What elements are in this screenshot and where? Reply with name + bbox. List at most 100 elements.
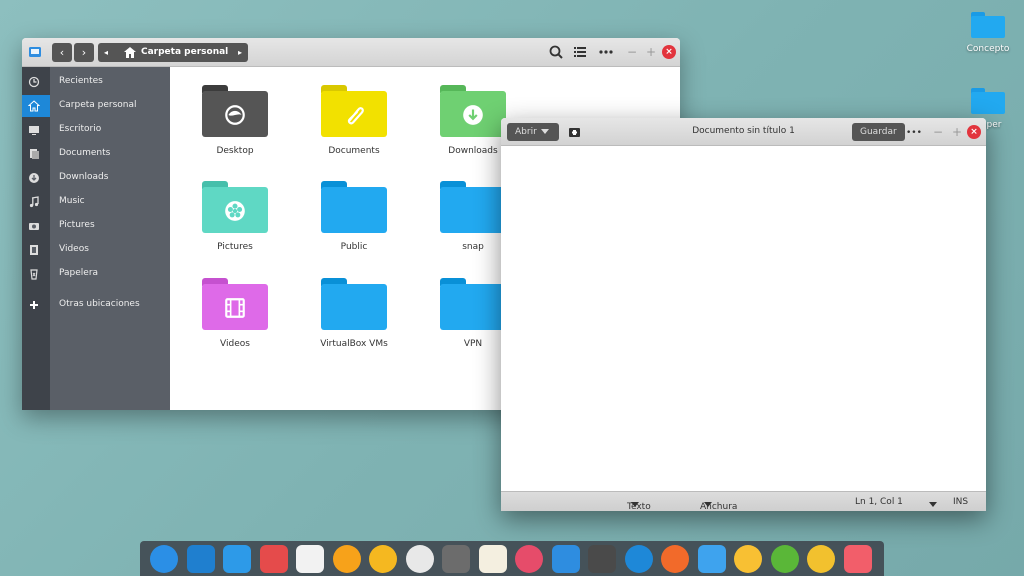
cleaner-icon[interactable] (734, 545, 762, 573)
file-label: Pictures (217, 242, 253, 252)
desktop-folder-label: aper (981, 120, 1002, 130)
file-label: Desktop (216, 146, 254, 156)
desktop-icon (29, 126, 39, 135)
path-bar[interactable]: ◂ Carpeta personal ▸ (98, 43, 248, 62)
calculator-icon[interactable] (588, 545, 616, 573)
camera-icon (29, 223, 39, 230)
download-icon (29, 173, 39, 183)
file-label: VirtualBox VMs (320, 339, 388, 349)
close-button[interactable]: × (662, 45, 676, 59)
text-editor-header: Abrir Documento sin título 1 Guardar •••… (501, 118, 986, 146)
sidebar-item-label: Papelera (59, 268, 99, 278)
sidebar-item-label: Carpeta personal (59, 100, 137, 110)
folder-icon (440, 181, 506, 233)
maximize-button[interactable]: + (952, 125, 962, 139)
fruit-icon[interactable] (333, 545, 361, 573)
text-editing-area[interactable] (501, 146, 986, 491)
back-button[interactable]: ‹ (52, 43, 72, 62)
dock (140, 541, 884, 576)
trash-icon[interactable] (844, 545, 872, 573)
film-icon (225, 298, 245, 318)
list-view-icon[interactable] (572, 44, 588, 60)
path-left-arrow-icon[interactable]: ◂ (104, 43, 108, 62)
folder-documents[interactable]: Documents (299, 85, 409, 156)
folder-virtualbox-vms[interactable]: VirtualBox VMs (299, 278, 409, 349)
settings-icon[interactable] (442, 545, 470, 573)
sidebar-item-label: Documents (59, 148, 111, 158)
folder-body (321, 284, 387, 330)
photos-icon[interactable] (187, 545, 215, 573)
eject-icon[interactable] (661, 545, 689, 573)
sidebar-item-videos[interactable]: Videos (22, 239, 170, 261)
folder-body (321, 187, 387, 233)
sidebar-item-downloads[interactable]: Downloads (22, 167, 170, 189)
folder-icon (971, 12, 1005, 38)
file-manager-header: ‹ › ◂ Carpeta personal ▸ − + × (22, 38, 680, 67)
folder-icon (321, 181, 387, 233)
documents-icon (30, 149, 39, 159)
sidebar-item-label: Downloads (59, 172, 109, 182)
sidebar-item-label: Recientes (59, 76, 103, 86)
raspberry-icon[interactable] (515, 545, 543, 573)
multitasking-icon[interactable] (223, 545, 251, 573)
deepin-logo-icon (225, 105, 245, 125)
sidebar-item-pictures[interactable]: Pictures (22, 215, 170, 237)
notes-icon[interactable] (479, 545, 507, 573)
folder-desktop[interactable]: Desktop (180, 85, 290, 156)
chrome-icon[interactable] (406, 545, 434, 573)
film-icon (30, 245, 38, 255)
music-icon (29, 196, 39, 208)
sidebar-item-escritorio[interactable]: Escritorio (22, 119, 170, 141)
minimize-button[interactable]: − (933, 125, 943, 139)
folder-icon (321, 278, 387, 330)
sidebar-item-label: Otras ubicaciones (59, 299, 140, 309)
file-manager-icon[interactable] (552, 545, 580, 573)
sidebar-item-label: Music (59, 196, 85, 206)
browser-icon[interactable] (625, 545, 653, 573)
status-bar: Texto plano Anchura del tabulador: 8 Ln … (501, 491, 986, 511)
text-editor-window: Abrir Documento sin título 1 Guardar •••… (501, 118, 986, 511)
power-icon[interactable] (771, 545, 799, 573)
sidebar-item-label: Videos (59, 244, 89, 254)
wifi-icon[interactable] (698, 545, 726, 573)
paperclip-icon (347, 107, 364, 125)
media-player-icon[interactable] (369, 545, 397, 573)
search-icon[interactable] (548, 44, 564, 60)
path-right-arrow-icon[interactable]: ▸ (238, 43, 242, 62)
more-options-icon[interactable]: ••• (906, 126, 922, 140)
more-options-icon[interactable] (598, 44, 614, 60)
flower-icon (225, 201, 245, 221)
sidebar-item-papelera[interactable]: Papelera (22, 263, 170, 285)
insert-mode[interactable]: INS (953, 497, 968, 507)
sidebar-item-carpeta-personal[interactable]: Carpeta personal (22, 95, 170, 117)
launcher-icon[interactable] (150, 545, 178, 573)
sidebar-item-otras-ubicaciones[interactable]: Otras ubicaciones (22, 294, 170, 316)
close-button[interactable]: × (967, 125, 981, 139)
cursor-position: Ln 1, Col 1 (855, 497, 903, 507)
screenshot-icon[interactable] (296, 545, 324, 573)
forward-button[interactable]: › (74, 43, 94, 62)
home-icon (28, 100, 40, 112)
sidebar-item-music[interactable]: Music (22, 191, 170, 213)
folder-flower-icon (202, 181, 268, 233)
save-button[interactable]: Guardar (852, 123, 905, 141)
folder-body (440, 187, 506, 233)
clock-icon[interactable] (807, 545, 835, 573)
maximize-button[interactable]: + (646, 45, 656, 59)
folder-pictures[interactable]: Pictures (180, 181, 290, 252)
folder-videos[interactable]: Videos (180, 278, 290, 349)
folder-download-icon (440, 85, 506, 137)
app-store-icon[interactable] (260, 545, 288, 573)
desktop-folder-concepto[interactable]: Concepto (953, 12, 1023, 54)
folder-film-icon (202, 278, 268, 330)
file-manager-app-icon (29, 47, 41, 57)
clock-icon (28, 76, 40, 88)
file-label: Videos (220, 339, 250, 349)
sidebar-item-documents[interactable]: Documents (22, 143, 170, 165)
folder-public[interactable]: Public (299, 181, 409, 252)
chevron-down-icon (704, 502, 712, 507)
sidebar-item-recientes[interactable]: Recientes (22, 71, 170, 93)
file-label: Documents (328, 146, 380, 156)
folder-deepin-logo-icon (202, 85, 268, 137)
minimize-button[interactable]: − (627, 45, 637, 59)
